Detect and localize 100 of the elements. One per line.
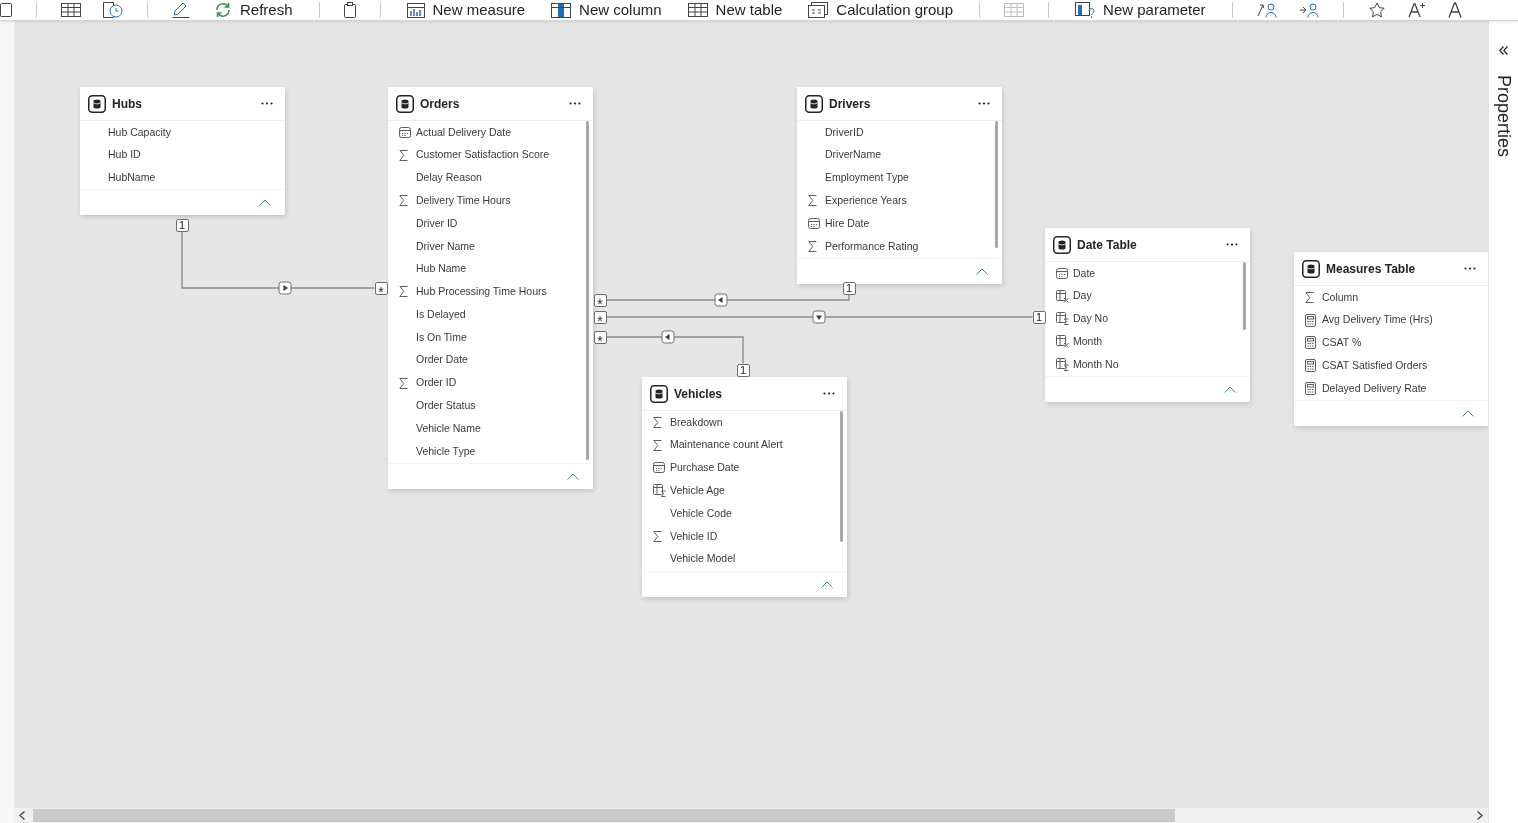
font-size-icon[interactable] <box>1407 2 1426 18</box>
relationship-line[interactable] <box>605 293 850 307</box>
field-item[interactable]: Hub Processing Time Hours <box>388 280 593 304</box>
scrollbar-thumb[interactable] <box>840 411 843 542</box>
caret-left-icon[interactable] <box>19 811 25 820</box>
chevron-up-icon[interactable] <box>1462 410 1474 417</box>
cardinality-marker: 1 <box>175 218 189 232</box>
field-item[interactable]: Vehicle ID <box>642 525 847 548</box>
ellipsis-icon[interactable] <box>1226 243 1238 246</box>
caret-right-icon[interactable] <box>1477 811 1483 820</box>
chevron-up-icon[interactable] <box>567 472 579 480</box>
field-item[interactable]: CSAT % <box>1294 331 1488 355</box>
person-arrow-icon[interactable] <box>1256 2 1277 18</box>
field-item[interactable]: Vehicle Age <box>642 479 847 503</box>
field-item[interactable]: Driver ID <box>388 212 593 235</box>
scrollbar-thumb[interactable] <box>33 809 1175 822</box>
grid-sigma-icon <box>1056 312 1069 326</box>
field-item[interactable]: Month No <box>1045 353 1250 376</box>
calculator-icon <box>1305 336 1316 350</box>
sigma-icon <box>399 377 408 389</box>
field-item[interactable]: Avg Delivery Time (Hrs) <box>1294 308 1488 332</box>
sigma-icon <box>399 286 408 298</box>
document-clock-icon[interactable] <box>103 2 123 18</box>
field-item[interactable]: HubName <box>80 166 285 190</box>
clipboard-icon[interactable] <box>343 2 356 18</box>
field-item[interactable]: Order ID <box>388 371 593 395</box>
sigma-icon <box>653 530 662 542</box>
field-item[interactable]: Hub ID <box>80 143 285 167</box>
ellipsis-icon[interactable] <box>569 102 581 105</box>
field-item[interactable]: DriverID <box>797 121 1002 144</box>
field-item[interactable]: Order Date <box>388 348 593 372</box>
field-item[interactable]: Order Status <box>388 394 593 418</box>
toolbar-button[interactable]: Refresh <box>212 0 295 20</box>
field-item[interactable]: Maintenance count Alert <box>642 433 847 457</box>
scrollbar-thumb[interactable] <box>1243 262 1246 331</box>
scrollbar-thumb[interactable] <box>995 121 998 249</box>
toolbar-button[interactable]: New column <box>549 0 664 20</box>
chevron-up-icon[interactable] <box>259 199 271 207</box>
field-item[interactable]: Delay Reason <box>388 166 593 190</box>
field-item[interactable]: Vehicle Type <box>388 440 593 463</box>
table-title: Measures Table <box>1326 260 1417 278</box>
ellipsis-icon[interactable] <box>1464 267 1476 270</box>
star-icon[interactable] <box>1367 2 1386 18</box>
table-title: Date Table <box>1077 236 1138 254</box>
field-item[interactable]: Hub Name <box>388 257 593 281</box>
chevron-up-icon[interactable] <box>1224 386 1236 393</box>
ellipsis-icon[interactable] <box>823 392 835 395</box>
field-item[interactable]: Experience Years <box>797 189 1002 213</box>
toolbar-button[interactable]: New measure <box>404 0 528 20</box>
database-icon <box>1302 259 1320 278</box>
field-item[interactable]: Breakdown <box>642 411 847 434</box>
ellipsis-icon[interactable] <box>978 102 990 105</box>
field-item[interactable]: Driver Name <box>388 235 593 258</box>
grid-x-icon <box>1056 289 1069 303</box>
toolbar-button[interactable]: New table <box>685 0 785 20</box>
field-item[interactable]: Date <box>1045 262 1250 285</box>
chevron-up-icon[interactable] <box>976 267 988 275</box>
field-item[interactable]: Day <box>1045 284 1250 308</box>
field-item[interactable]: Delayed Delivery Rate <box>1294 377 1488 400</box>
field-item[interactable]: Is On Time <box>388 326 593 349</box>
field-item[interactable]: Purchase Date <box>642 456 847 480</box>
calculator-icon <box>1305 382 1316 396</box>
table-column-icon <box>551 2 572 18</box>
field-item[interactable]: Day No <box>1045 307 1250 331</box>
field-item[interactable]: Hire Date <box>797 212 1002 235</box>
sigma-icon <box>653 439 662 451</box>
field-item[interactable]: Customer Satisfaction Score <box>388 143 593 167</box>
person-arrow-icon[interactable] <box>1298 2 1319 18</box>
field-item[interactable]: Performance Rating <box>797 235 1002 258</box>
field-item[interactable]: Month <box>1045 330 1250 354</box>
field-item[interactable]: Actual Delivery Date <box>388 121 593 144</box>
ellipsis-icon[interactable] <box>261 102 273 105</box>
horizontal-scrollbar[interactable] <box>14 808 1488 823</box>
toolbar-button[interactable]: Calculation group <box>806 0 956 20</box>
database-icon <box>88 94 106 113</box>
chevron-up-icon[interactable] <box>821 580 833 588</box>
toolbar-button[interactable]: New parameter <box>1073 0 1208 20</box>
scrollbar-thumb[interactable] <box>586 121 589 460</box>
pane-title[interactable]: Properties <box>1492 75 1515 158</box>
field-item[interactable]: CSAT Satisfied Orders <box>1294 354 1488 378</box>
field-item[interactable]: Is Delayed <box>388 303 593 327</box>
page-icon[interactable] <box>0 3 12 17</box>
field-item[interactable]: Column <box>1294 286 1488 309</box>
calculator-icon <box>1305 313 1316 327</box>
table-title: Drivers <box>829 95 872 113</box>
field-item[interactable]: Employment Type <box>797 166 1002 190</box>
double-chevron-left-icon[interactable] <box>1499 46 1508 55</box>
field-item[interactable]: Vehicle Model <box>642 547 847 571</box>
calculator-icon <box>1305 359 1316 373</box>
sigma-icon <box>808 195 817 207</box>
field-item[interactable]: Vehicle Code <box>642 502 847 525</box>
field-item[interactable]: Vehicle Name <box>388 417 593 441</box>
field-item[interactable]: DriverName <box>797 143 1002 167</box>
pencil-icon[interactable] <box>172 2 190 18</box>
cardinality-marker: * <box>593 293 607 307</box>
letter-a-icon[interactable] <box>1447 2 1462 18</box>
table-grid-icon[interactable] <box>61 3 81 17</box>
field-item[interactable]: Delivery Time Hours <box>388 189 593 213</box>
field-item[interactable]: Hub Capacity <box>80 121 285 144</box>
refresh-icon <box>214 2 232 18</box>
